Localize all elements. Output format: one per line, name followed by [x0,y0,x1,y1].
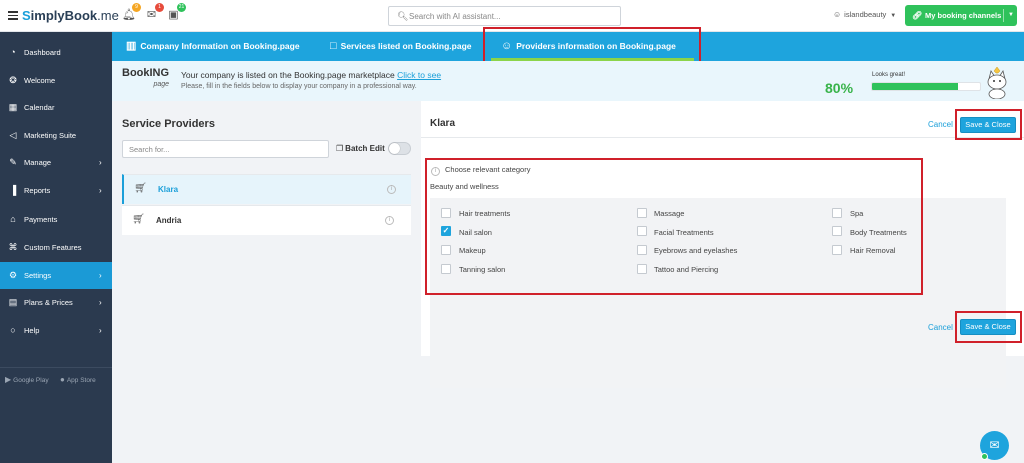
progress-percent: 80% [825,80,854,96]
progress-bar [871,82,981,91]
tab-company-information[interactable]: ▥ Company Information on Booking.page [126,32,300,61]
online-indicator [981,453,988,460]
play-icon: ▶ [5,375,12,384]
notifications-badge: 9 [132,3,141,12]
service-providers-title: Service Providers [122,118,215,130]
search-icon: 🔍︎ [397,11,409,21]
calendar-badge: 21 [177,3,186,12]
sidebar-item-custom-features[interactable]: ⌘ Custom Features [0,234,112,261]
highlight-box-save-top [955,109,1022,140]
batch-edit-label: ❐ Batch Edit [336,144,385,153]
sidebar-divider [0,367,112,368]
ai-search-input[interactable] [409,10,609,22]
apple-icon: ● [60,375,65,384]
cat-mascot-icon [987,67,1007,99]
ai-search-box[interactable]: 🔍︎ [388,6,621,26]
chevron-right-icon: › [99,326,102,335]
user-icon: ☺ [833,10,842,19]
building-icon: ▥ [126,40,137,52]
sidebar: ◔ Dashboard ❂ Welcome ▦ Calendar ◁ Marke… [0,32,112,463]
bar-chart-icon: ▐ [9,185,17,195]
provider-name-title: Klara [430,118,456,129]
chevron-right-icon: › [99,271,102,280]
chat-widget-button[interactable]: ✉ [980,431,1009,460]
pencil-icon: ✎ [9,157,17,167]
chevron-right-icon: › [99,158,102,167]
banner-subtitle: Please, fill in the fields below to disp… [181,83,417,90]
cancel-link-top[interactable]: Cancel [928,120,953,129]
chevron-right-icon: › [99,298,102,307]
gift-icon: ⌘ [8,242,18,252]
batch-edit-toggle[interactable] [388,142,411,155]
provider-item-andria[interactable]: 🛒︎ Andria i [122,205,411,235]
sidebar-item-help[interactable]: ○ Help › [0,317,112,344]
cash-icon: ▤ [8,297,18,307]
service-providers-panel: Service Providers ❐Batch Edit 🛒︎ Klara i… [112,101,421,463]
sidebar-item-settings[interactable]: ⚙ Settings › [0,262,112,289]
booking-channels-button[interactable]: 🔗︎ My booking channels ▼ [905,5,1017,26]
bell-icon[interactable]: 🔔︎ 9 [122,3,141,21]
dashboard-icon: ◔ [10,47,16,57]
gear-icon: ⚙ [8,270,18,280]
cart-icon: 🛒︎ [132,214,145,225]
click-to-see-link[interactable]: Click to see [397,70,441,80]
banner-title: Your company is listed on the Booking.pa… [181,70,442,80]
booking-page-logo: BookING page [122,67,170,89]
chevron-right-icon: › [99,186,102,195]
chevron-down-icon: ▼ [890,13,897,19]
chevron-down-icon: ▼ [1008,12,1014,18]
app-logo[interactable]: SimplyBook.me [22,8,119,23]
cancel-link-bottom[interactable]: Cancel [928,323,953,332]
info-icon[interactable]: i [387,185,396,194]
chat-bubble-icon: ○ [10,325,16,335]
copy-icon: ❐ [336,144,344,153]
app-store-link[interactable]: ● App Store [60,373,96,387]
link-icon: 🔗︎ [912,11,923,20]
megaphone-icon: ◁ [9,130,17,140]
calendar-icon: ▦ [8,102,18,112]
booking-page-banner: BookING page Your company is listed on th… [112,61,1024,101]
sidebar-item-calendar[interactable]: ▦ Calendar [0,94,112,121]
sidebar-item-plans-prices[interactable]: ▤ Plans & Prices › [0,289,112,316]
sidebar-item-dashboard[interactable]: ◔ Dashboard [0,39,112,66]
highlight-box-save-bottom [955,311,1022,343]
info-icon[interactable]: i [385,216,394,225]
tab-services-listed[interactable]: □ Services listed on Booking.page [330,32,472,61]
sidebar-item-marketing-suite[interactable]: ◁ Marketing Suite [0,122,112,149]
provider-search-input[interactable] [122,140,329,158]
highlight-box-categories [425,158,923,295]
tag-icon: ⌂ [10,214,16,224]
box-icon: □ [330,40,337,52]
chat-bubble-icon: ✉ [989,438,1000,452]
sidebar-item-payments[interactable]: ⌂ Payments [0,206,112,233]
sidebar-item-welcome[interactable]: ❂ Welcome [0,67,112,94]
google-play-link[interactable]: ▶ Google Play [5,373,49,387]
user-menu[interactable]: ☺ islandbeauty ▼ [833,10,896,19]
sidebar-item-reports[interactable]: ▐ Reports › [0,177,112,204]
cart-icon: 🛒︎ [134,183,147,194]
progress-label: Looks great! [872,72,906,78]
menu-icon[interactable] [8,11,18,20]
messages-badge: 1 [155,3,164,12]
envelope-icon[interactable]: ✉ 1 [145,3,164,21]
sidebar-item-manage[interactable]: ✎ Manage › [0,149,112,176]
provider-item-klara[interactable]: 🛒︎ Klara i [122,174,411,204]
progress-bar-fill [872,83,959,90]
bulb-icon: ❂ [9,75,17,85]
calendar-check-icon[interactable]: ▣ 21 [167,3,186,21]
